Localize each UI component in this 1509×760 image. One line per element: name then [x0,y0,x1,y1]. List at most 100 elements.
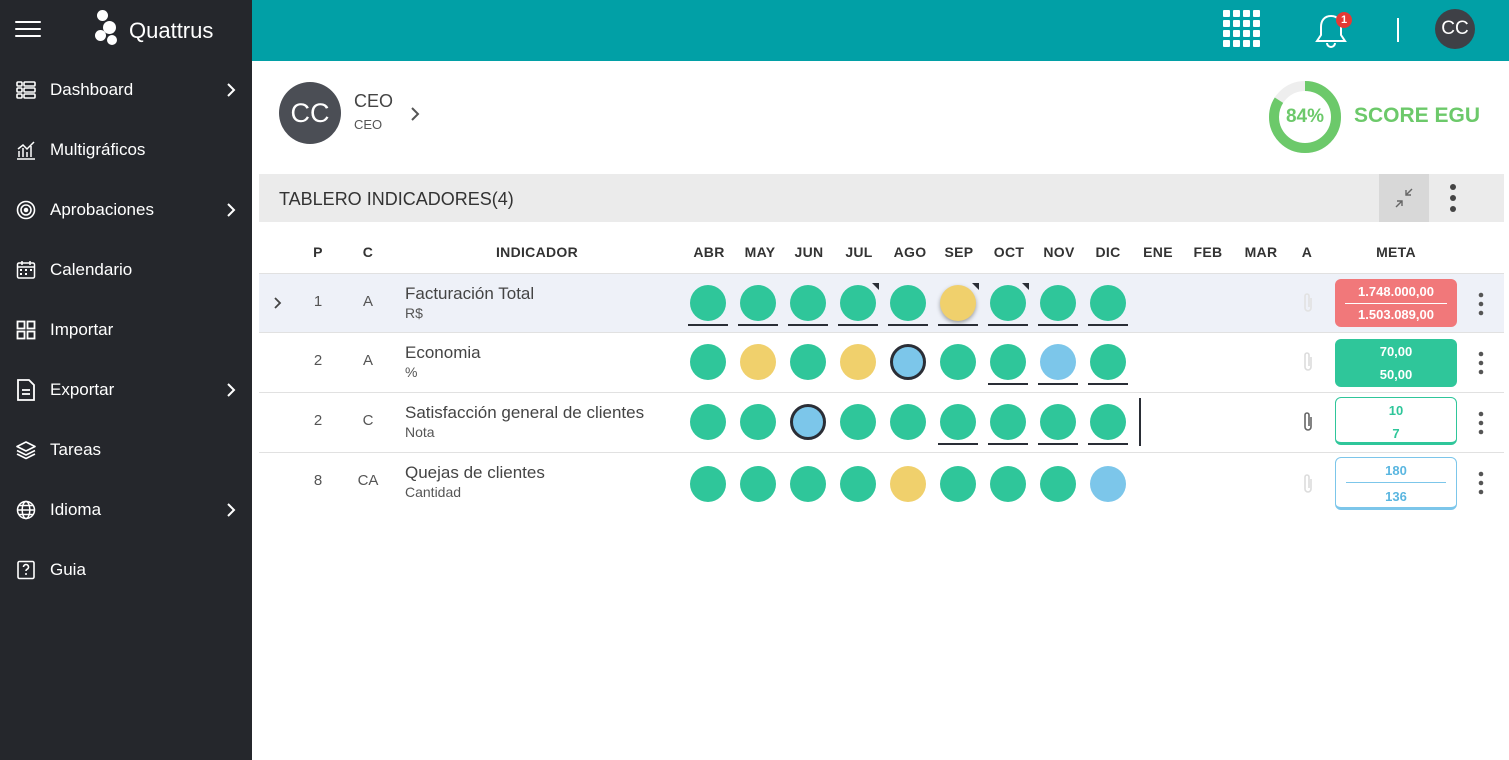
status-dot-jul[interactable] [840,466,876,502]
logo[interactable]: Quattrus [95,10,213,46]
header-c: C [362,244,374,260]
status-dot-abr[interactable] [690,285,726,321]
status-dot-dic[interactable] [1090,404,1126,440]
meta-box[interactable]: 180 136 [1335,457,1457,510]
status-dot-may[interactable] [740,466,776,502]
indicator-name[interactable]: Satisfacción general de clientes [405,403,644,423]
status-dot-abr[interactable] [690,404,726,440]
status-dot-abr[interactable] [690,344,726,380]
cell-p: 1 [313,293,323,310]
sidebar-item-tareas[interactable]: Tareas [0,420,252,480]
meta-separator [1345,303,1447,304]
chevron-right-icon[interactable] [408,106,422,122]
status-dot-dic[interactable] [1090,344,1126,380]
meta-box[interactable]: 70,00 50,00 [1335,339,1457,387]
table-row[interactable]: 2 C Satisfacción general de clientes Not… [259,393,1504,453]
status-dot-dic[interactable] [1090,466,1126,502]
sidebar-item-exportar[interactable]: Exportar [0,360,252,420]
help-book-icon [16,560,36,580]
status-dot-jul[interactable] [840,285,876,321]
sidebar-item-guia[interactable]: Guia [0,540,252,600]
row-more-icon[interactable] [1472,291,1490,317]
meta-box[interactable]: 1.748.000,00 1.503.089,00 [1335,279,1457,327]
status-dot-may[interactable] [740,344,776,380]
header-month-ago: AGO [893,244,927,260]
sidebar-item-label: Calendario [50,260,133,279]
status-dot-sep[interactable] [940,344,976,380]
status-dot-oct[interactable] [990,466,1026,502]
status-dot-oct[interactable] [990,285,1026,321]
chevron-right-icon [227,383,236,397]
status-dot-oct[interactable] [990,404,1026,440]
status-dot-ago[interactable] [890,285,926,321]
collapse-button[interactable] [1379,174,1429,222]
status-dot-jun[interactable] [790,466,826,502]
row-more-icon[interactable] [1472,410,1490,436]
header-month-oct: OCT [993,244,1025,260]
meta-box[interactable]: 10 7 [1335,397,1457,445]
cell-c: A [362,293,373,310]
underline-mark [938,443,978,445]
status-dot-may[interactable] [740,404,776,440]
status-dot-sep[interactable] [940,466,976,502]
row-more-icon[interactable] [1472,470,1490,496]
status-dot-jun[interactable] [790,285,826,321]
status-dot-may[interactable] [740,285,776,321]
indicator-unit: % [405,364,418,380]
profile-avatar[interactable]: CC [279,82,341,144]
target-icon [16,200,36,220]
meta-separator [1346,482,1446,483]
status-dot-nov[interactable] [1040,344,1076,380]
table-row[interactable]: 2 A Economia % 70,00 50,00 [259,333,1504,393]
sidebar-item-importar[interactable]: Importar [0,300,252,360]
status-dot-jun[interactable] [790,404,826,440]
status-dot-sep[interactable] [940,285,976,321]
header-month-feb: FEB [1193,244,1223,260]
row-more-icon[interactable] [1472,350,1490,376]
status-dot-dic[interactable] [1090,285,1126,321]
status-dot-jun[interactable] [790,344,826,380]
indicator-unit: R$ [405,305,423,321]
indicator-name[interactable]: Facturación Total [405,284,534,304]
attachment-icon[interactable] [1301,411,1315,433]
status-dot-sep[interactable] [940,404,976,440]
attachment-icon[interactable] [1301,473,1315,495]
status-dot-ago[interactable] [890,404,926,440]
status-dot-abr[interactable] [690,466,726,502]
underline-mark [938,324,978,326]
status-dot-nov[interactable] [1040,466,1076,502]
sidebar-item-calendario[interactable]: Calendario [0,240,252,300]
sidebar-item-idioma[interactable]: Idioma [0,480,252,540]
indicator-name[interactable]: Quejas de clientes [405,463,545,483]
underline-mark [988,443,1028,445]
sidebar-item-multigraficos[interactable]: Multigráficos [0,120,252,180]
table-row[interactable]: 1 A Facturación Total R$ 1.748.000,00 1.… [259,273,1504,333]
attachment-icon[interactable] [1301,292,1315,314]
status-dot-jul[interactable] [840,404,876,440]
table-row[interactable]: 8 CA Quejas de clientes Cantidad 180 136 [259,453,1504,513]
status-dot-oct[interactable] [990,344,1026,380]
underline-mark [1088,324,1128,326]
status-dot-nov[interactable] [1040,285,1076,321]
user-avatar[interactable]: CC [1435,9,1475,49]
grid-icon [16,320,36,340]
hamburger-menu-icon[interactable] [15,21,41,39]
globe-icon [16,500,36,520]
expand-chevron-icon[interactable] [271,296,285,310]
sidebar-item-label: Guia [50,560,86,579]
score-label: SCORE EGU [1354,104,1481,127]
status-dot-ago[interactable] [890,344,926,380]
apps-grid-icon[interactable] [1223,10,1260,47]
header-a: A [1301,244,1313,260]
status-dot-ago[interactable] [890,466,926,502]
attachment-icon[interactable] [1301,351,1315,373]
sidebar-item-dashboard[interactable]: Dashboard [0,60,252,120]
more-options-icon[interactable] [1442,182,1464,214]
corner-flag [972,283,979,290]
sidebar-item-label: Aprobaciones [50,200,154,219]
sidebar-item-aprobaciones[interactable]: Aprobaciones [0,180,252,240]
indicator-name[interactable]: Economia [405,343,481,363]
corner-flag [1022,283,1029,290]
status-dot-nov[interactable] [1040,404,1076,440]
status-dot-jul[interactable] [840,344,876,380]
